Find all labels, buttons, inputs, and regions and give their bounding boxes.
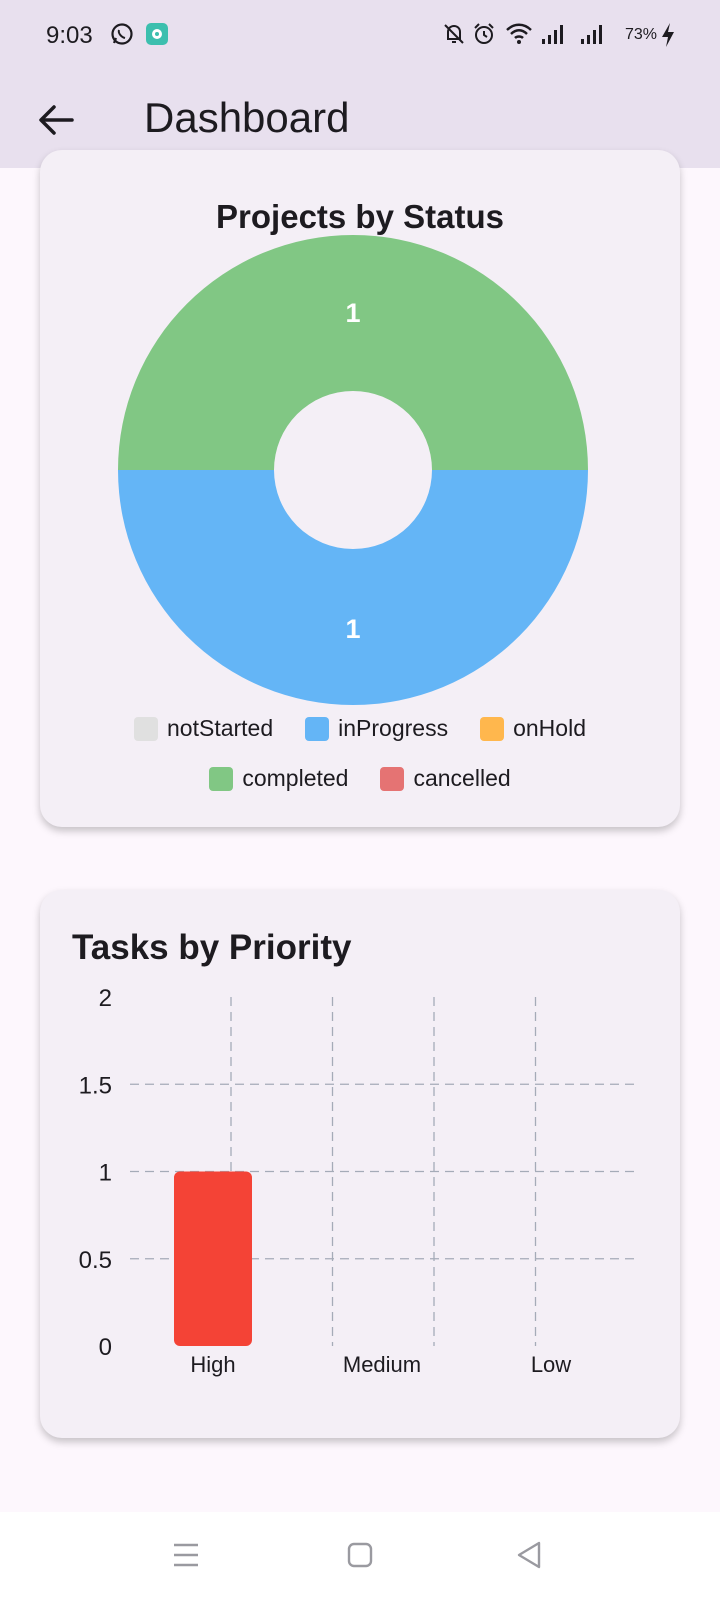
legend-item-notStarted: notStarted (134, 715, 273, 742)
legend-item-completed: completed (209, 765, 348, 792)
pie-slice-label: 1 (345, 298, 360, 328)
projects-by-status-card: 1 1 Projects by Status notStarted inProgre… (40, 150, 680, 827)
tasks-by-priority-card: Tasks by Priority 0 0.5 1 1.5 2 High Medium Low (40, 890, 680, 1438)
legend-label: onHold (513, 715, 586, 741)
signal-icon (542, 25, 563, 44)
x-tick-label: Medium (343, 1352, 421, 1377)
legend-item-inProgress: inProgress (305, 715, 448, 742)
y-tick-label: 0.5 (79, 1247, 112, 1274)
y-tick-label: 1 (99, 1160, 112, 1187)
app-notification-icon (146, 23, 168, 45)
legend-label: notStarted (167, 715, 274, 741)
legend-swatch (380, 766, 405, 791)
pie-slice-label: 1 (345, 614, 360, 644)
tasks-priority-bar-chart[interactable]: 0 0.5 1 1.5 2 High Medium Low (40, 890, 680, 1438)
status-bar: 9:03 73% (0, 0, 720, 72)
legend-label: completed (242, 765, 349, 791)
battery-percentage: 73% (625, 26, 658, 43)
charging-icon (662, 23, 674, 47)
y-tick-label: 0 (99, 1334, 112, 1361)
back-triangle-icon[interactable] (515, 1540, 543, 1570)
menu-icon[interactable] (172, 1542, 200, 1568)
legend-item-onHold: onHold (480, 715, 586, 742)
bar-high[interactable] (174, 1171, 252, 1347)
pie-slice-inProgress[interactable] (118, 470, 588, 705)
legend-label: inProgress (338, 715, 449, 741)
page-title: Dashboard (144, 94, 350, 141)
y-tick-label: 2 (99, 985, 112, 1012)
legend-item-cancelled: cancelled (380, 765, 511, 792)
wifi-icon (506, 23, 532, 44)
legend-swatch (480, 716, 505, 741)
y-tick-label: 1.5 (79, 1072, 112, 1099)
pie-chart-title: Projects by Status (216, 198, 504, 235)
x-tick-label: High (190, 1352, 235, 1377)
system-nav-bar (0, 1512, 720, 1600)
legend-swatch (305, 716, 330, 741)
home-square-icon[interactable] (346, 1541, 374, 1569)
pie-legend-row: notStarted inProgress onHold (40, 715, 680, 742)
legend-swatch (209, 766, 234, 791)
x-tick-label: Low (531, 1352, 571, 1377)
alarm-icon (474, 23, 494, 44)
pie-slice-completed[interactable] (118, 235, 588, 470)
back-button[interactable] (30, 94, 82, 146)
arrow-left-icon (39, 105, 74, 135)
bell-off-icon (444, 24, 464, 44)
signal-icon (581, 25, 602, 44)
legend-label: cancelled (413, 765, 511, 791)
pie-legend-row: completed cancelled (40, 765, 680, 792)
whatsapp-icon (111, 23, 133, 45)
status-time: 9:03 (46, 22, 93, 49)
legend-swatch (134, 716, 159, 741)
